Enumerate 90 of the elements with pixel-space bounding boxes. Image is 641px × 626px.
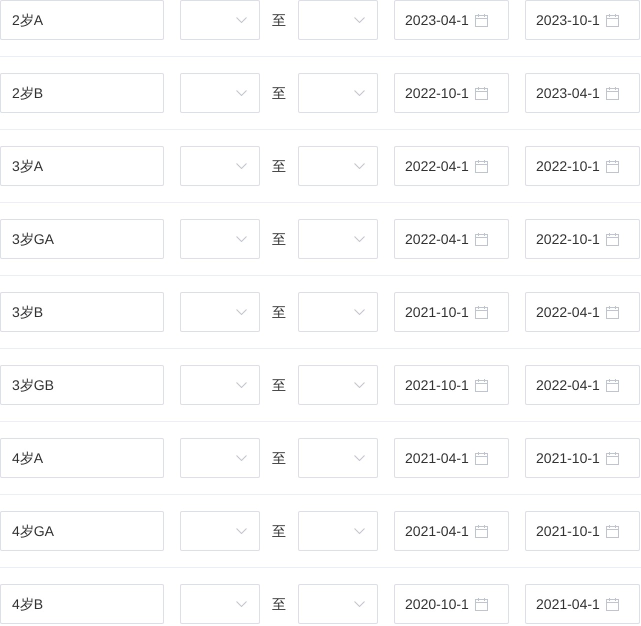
select-field[interactable]: [298, 584, 378, 624]
chevron-down-icon: [236, 528, 247, 534]
chevron-down-icon: [354, 163, 365, 169]
select-field[interactable]: [180, 0, 260, 40]
select-field[interactable]: [180, 365, 260, 405]
date-field[interactable]: 2022-04-1: [394, 219, 509, 259]
calendar-icon: [606, 524, 619, 538]
date-field[interactable]: 2021-04-1: [394, 438, 509, 478]
date-field[interactable]: 2020-10-1: [394, 584, 509, 624]
date-field[interactable]: 2023-04-1: [525, 73, 640, 113]
calendar-icon: [606, 452, 619, 464]
select-field[interactable]: [298, 365, 378, 405]
chevron-down-icon: [354, 528, 365, 534]
range-separator: 至: [271, 522, 287, 540]
chevron-down-icon: [236, 601, 247, 607]
name-field[interactable]: 2岁B: [0, 73, 164, 113]
date-field[interactable]: 2021-10-1: [394, 365, 509, 405]
calendar-icon: [474, 86, 488, 100]
chevron-down-icon: [354, 455, 365, 461]
date-field[interactable]: 2022-04-1: [525, 365, 640, 405]
select-field[interactable]: [180, 146, 260, 186]
date-field[interactable]: 2022-04-1: [525, 292, 640, 332]
chevron-down-icon: [236, 17, 247, 23]
select-field[interactable]: [180, 219, 260, 259]
date-field[interactable]: 2023-04-1: [394, 0, 509, 40]
date-field[interactable]: 2022-10-1: [525, 219, 640, 259]
calendar-icon: [474, 452, 488, 464]
name-field[interactable]: 4岁GA: [0, 511, 164, 551]
name-field[interactable]: 2岁A: [0, 0, 164, 40]
calendar-icon: [474, 378, 488, 392]
select-field[interactable]: [298, 73, 378, 113]
date-field[interactable]: 2021-04-1: [525, 584, 640, 624]
range-separator: 至: [271, 84, 287, 102]
name-field[interactable]: 3岁GB: [0, 365, 164, 405]
name-field[interactable]: 3岁B: [0, 292, 164, 332]
select-field[interactable]: [298, 438, 378, 478]
calendar-icon: [474, 598, 488, 610]
select-field[interactable]: [180, 438, 260, 478]
range-separator: 至: [271, 448, 287, 468]
name-field[interactable]: 3岁GA: [0, 219, 164, 259]
chevron-down-icon: [354, 309, 365, 315]
chevron-down-icon: [354, 90, 365, 96]
chevron-down-icon: [236, 309, 247, 315]
range-separator: 至: [271, 376, 287, 394]
date-field[interactable]: 2022-10-1: [525, 146, 640, 186]
select-field[interactable]: [180, 73, 260, 113]
chevron-down-icon: [354, 236, 365, 242]
select-field[interactable]: [298, 292, 378, 332]
select-field[interactable]: [298, 0, 378, 40]
date-field[interactable]: 2021-10-1: [394, 292, 509, 332]
calendar-icon: [474, 14, 488, 26]
name-field[interactable]: 3岁A: [0, 146, 164, 186]
range-separator: 至: [271, 230, 287, 248]
chevron-down-icon: [354, 382, 365, 388]
chevron-down-icon: [236, 236, 247, 242]
calendar-icon: [474, 160, 488, 172]
calendar-icon: [474, 306, 488, 318]
date-field[interactable]: 2023-10-1: [525, 0, 640, 40]
date-field[interactable]: 2021-04-1: [394, 511, 509, 551]
select-field[interactable]: [298, 511, 378, 551]
date-field[interactable]: 2021-10-1: [525, 438, 640, 478]
chevron-down-icon: [236, 382, 247, 388]
select-field[interactable]: [298, 219, 378, 259]
select-field[interactable]: [180, 292, 260, 332]
name-field[interactable]: 4岁B: [0, 584, 164, 624]
select-field[interactable]: [180, 584, 260, 624]
calendar-icon: [606, 232, 619, 246]
select-field[interactable]: [298, 146, 378, 186]
chevron-down-icon: [354, 601, 365, 607]
chevron-down-icon: [236, 455, 247, 461]
chevron-down-icon: [236, 163, 247, 169]
date-field[interactable]: 2022-10-1: [394, 73, 509, 113]
date-field[interactable]: 2022-04-1: [394, 146, 509, 186]
chevron-down-icon: [354, 17, 365, 23]
select-field[interactable]: [180, 511, 260, 551]
calendar-icon: [474, 232, 488, 246]
range-separator: 至: [271, 156, 287, 176]
calendar-icon: [606, 160, 619, 172]
calendar-icon: [606, 86, 619, 100]
range-separator: 至: [271, 594, 287, 614]
name-field[interactable]: 4岁A: [0, 438, 164, 478]
range-separator: 至: [271, 10, 287, 30]
calendar-icon: [606, 306, 619, 318]
range-separator: 至: [271, 302, 287, 322]
chevron-down-icon: [236, 90, 247, 96]
calendar-icon: [606, 378, 619, 392]
calendar-icon: [606, 598, 619, 610]
calendar-icon: [606, 14, 619, 26]
calendar-icon: [474, 524, 488, 538]
date-field[interactable]: 2021-10-1: [525, 511, 640, 551]
